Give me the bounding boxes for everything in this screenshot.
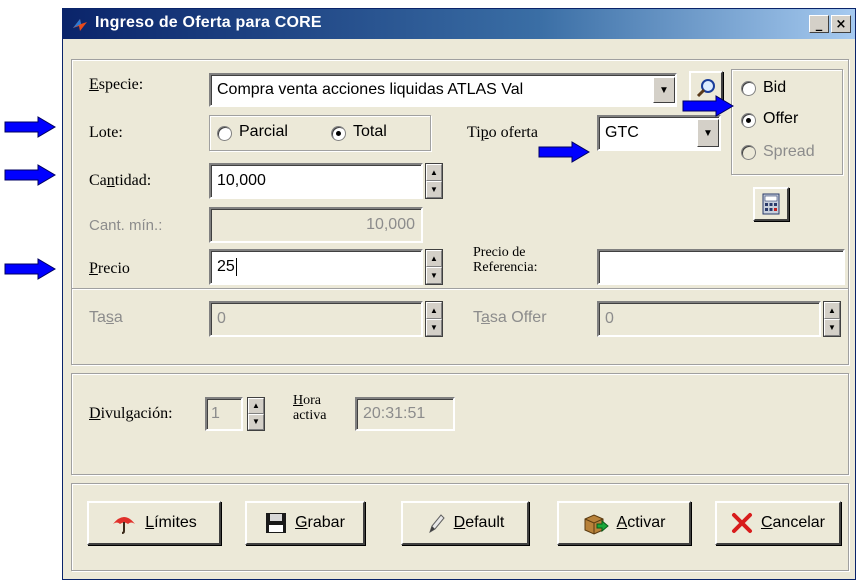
minimize-button[interactable]: _: [809, 15, 829, 33]
spin-up-icon[interactable]: ▲: [426, 164, 442, 181]
divulgacion-spinner[interactable]: ▲ ▼: [247, 397, 265, 431]
lote-label: Lote:: [89, 124, 123, 141]
tasa-spinner[interactable]: ▲ ▼: [425, 301, 443, 337]
cantidad-input[interactable]: 10,000: [209, 163, 423, 199]
hora-activa-input[interactable]: 20:31:51: [355, 397, 455, 431]
cantidad-value: 10,000: [217, 172, 266, 189]
bid-radio[interactable]: [741, 81, 756, 96]
tasa-offer-spinner[interactable]: ▲ ▼: [823, 301, 841, 337]
annotation-arrow-icon: [538, 141, 590, 163]
spread-label: Spread: [763, 143, 815, 160]
spin-down-icon[interactable]: ▼: [426, 267, 442, 284]
umbrella-icon: [113, 517, 136, 534]
cantidad-spinner[interactable]: ▲ ▼: [425, 163, 443, 199]
tasa-offer-value: 0: [605, 310, 614, 327]
cancelar-button[interactable]: Cancelar: [715, 501, 841, 545]
cancelar-label: Cancelar: [760, 514, 826, 531]
pen-icon: [428, 514, 445, 534]
spread-radio[interactable]: [741, 145, 756, 160]
offer-label: Offer: [763, 110, 799, 127]
total-radio[interactable]: [331, 126, 346, 141]
close-button[interactable]: ×: [831, 15, 851, 33]
divulgacion-input[interactable]: 1: [205, 397, 243, 431]
grabar-button[interactable]: Grabar: [245, 501, 365, 545]
bid-label: Bid: [763, 79, 787, 96]
spin-down-icon[interactable]: ▼: [824, 319, 840, 336]
floppy-icon: [266, 513, 287, 533]
parcial-radio[interactable]: [217, 126, 232, 141]
annotation-arrow-icon: [4, 258, 56, 280]
especie-dropdown[interactable]: Compra venta acciones liquidas ATLAS Val: [209, 73, 677, 107]
app-icon: [73, 19, 87, 31]
hora-activa-value: 20:31:51: [363, 405, 426, 422]
limites-label: Límites: [145, 514, 197, 531]
grabar-label: Grabar: [295, 514, 345, 531]
precio-input[interactable]: 25: [209, 249, 423, 285]
tipo-oferta-label: Tipo oferta: [467, 124, 538, 141]
title-bar[interactable]: Ingreso de Oferta para CORE _ ×: [63, 9, 855, 39]
activar-button[interactable]: Activar: [557, 501, 691, 545]
precio-referencia-label: Precio de Referencia:: [473, 245, 538, 275]
annotation-arrow-icon: [4, 116, 56, 138]
tasa-input[interactable]: 0: [209, 301, 423, 337]
especie-dropdown-button[interactable]: ▼: [653, 77, 675, 103]
annotation-arrow-icon: [4, 164, 56, 186]
hora-activa-label: Hora activa: [293, 393, 327, 423]
spin-up-icon[interactable]: ▲: [426, 302, 442, 319]
tasa-offer-label: Tasa Offer: [473, 309, 547, 326]
precio-referencia-input[interactable]: [597, 249, 845, 285]
annotation-arrow-icon: [682, 95, 734, 117]
especie-value: Compra venta acciones liquidas ATLAS Val: [217, 81, 524, 98]
spin-down-icon[interactable]: ▼: [248, 414, 264, 430]
limites-button[interactable]: Límites: [87, 501, 221, 545]
offer-radio[interactable]: [741, 113, 756, 128]
total-label: Total: [353, 123, 387, 140]
parcial-label: Parcial: [239, 123, 288, 140]
window-title: Ingreso de Oferta para CORE: [95, 14, 322, 31]
separator: [72, 288, 848, 289]
tipo-oferta-dropdown-button[interactable]: ▼: [697, 119, 719, 147]
box-arrow-icon: [584, 514, 609, 535]
calculator-icon: [762, 193, 780, 215]
divulgacion-label: Divulgación:: [89, 405, 173, 422]
divulgacion-group: [71, 373, 849, 475]
precio-spinner[interactable]: ▲ ▼: [425, 249, 443, 285]
text-cursor: [235, 258, 237, 276]
especie-label: Especie:: [89, 76, 144, 93]
precio-label: Precio: [89, 260, 130, 277]
cant-min-input[interactable]: 10,000: [209, 207, 423, 243]
tasa-offer-input[interactable]: 0: [597, 301, 821, 337]
spin-up-icon[interactable]: ▲: [824, 302, 840, 319]
cant-min-value: 10,000: [366, 216, 415, 233]
spin-down-icon[interactable]: ▼: [426, 319, 442, 336]
calculator-button[interactable]: [753, 187, 789, 221]
tasa-value: 0: [217, 310, 226, 327]
default-label: Default: [453, 514, 505, 531]
cant-min-label: Cant. mín.:: [89, 217, 163, 234]
dialog-window: Ingreso de Oferta para CORE _ × Especie:…: [62, 8, 856, 580]
cantidad-label: Cantidad:: [89, 172, 152, 189]
spin-up-icon[interactable]: ▲: [426, 250, 442, 267]
spin-down-icon[interactable]: ▼: [426, 181, 442, 198]
spin-up-icon[interactable]: ▲: [248, 398, 264, 414]
divulgacion-value: 1: [211, 405, 220, 422]
default-button[interactable]: Default: [401, 501, 529, 545]
x-icon: [731, 513, 752, 533]
tasa-label: Tasa: [89, 309, 123, 326]
activar-label: Activar: [616, 514, 666, 531]
tipo-oferta-value: GTC: [605, 124, 639, 141]
precio-value: 25: [217, 258, 235, 275]
